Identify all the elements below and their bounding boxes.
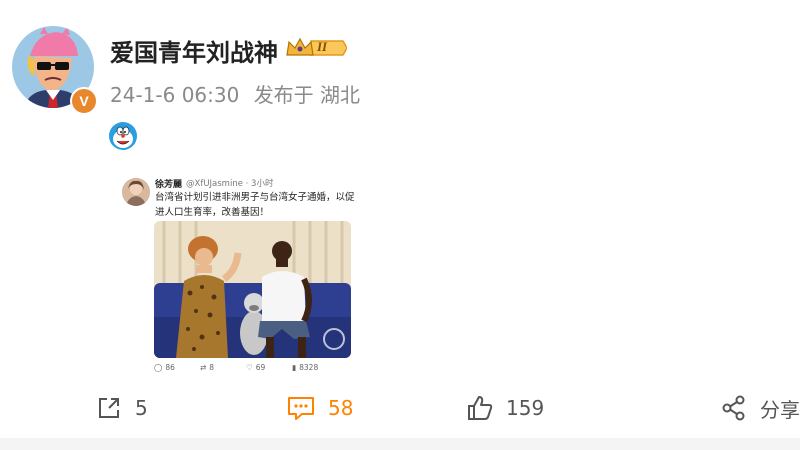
share-icon — [99, 398, 119, 418]
username[interactable]: 爱国青年刘战神 — [110, 33, 278, 68]
retweet-icon: ⇄ — [200, 363, 207, 372]
thumbs-up-icon — [468, 396, 493, 420]
tweet-reply-count: 86 — [165, 363, 175, 372]
tweet-stats: ◯ 86 ⇄ 8 ♡ 69 ▮ 8328 — [154, 363, 354, 375]
divider — [0, 438, 800, 450]
comment-count: 58 — [328, 396, 354, 420]
views-icon: ▮ — [292, 363, 297, 372]
heart-icon: ♡ — [246, 363, 253, 372]
tweet-reply-stat: ◯ 86 — [154, 363, 175, 372]
verified-badge-icon: V — [70, 87, 98, 115]
tweet-views-count: 8328 — [299, 363, 319, 372]
tweet-text: 台湾省计划引进非洲男子与台湾女子通婚，以促进人口生育率，改善基因！ — [155, 192, 355, 218]
tweet-author-name: 徐芳麗 — [155, 180, 183, 190]
share-button[interactable]: 5 — [95, 388, 148, 428]
forward-share-icon — [722, 395, 745, 421]
post-meta: 24-1-6 06:30 发布于 湖北 — [110, 79, 360, 108]
tweet-photo — [154, 221, 351, 358]
post-location: 发布于 湖北 — [253, 83, 361, 107]
doraemon-emoji-icon — [108, 121, 138, 155]
forward-label: 分享 — [760, 397, 800, 422]
tweet-views-stat: ▮ 8328 — [292, 363, 318, 372]
share-count: 5 — [135, 396, 148, 420]
crown-icon — [286, 37, 348, 56]
tweet-author-handle: @XfUJasmine · 3小时 — [186, 179, 274, 189]
comment-button[interactable]: 58 — [286, 388, 353, 428]
level-number: II — [317, 39, 328, 54]
post-date: 24-1-6 06:30 — [110, 83, 240, 107]
level-badge: II — [285, 37, 348, 63]
reply-icon: ◯ — [154, 363, 163, 372]
tweet-like-count: 69 — [255, 363, 266, 372]
embedded-tweet-image[interactable]: 徐芳麗 @XfUJasmine · 3小时 台湾省计划引进非洲男子与台湾女子通婚… — [113, 169, 358, 377]
tweet-avatar — [122, 178, 150, 206]
tweet-like-stat: ♡ 69 — [246, 363, 265, 372]
comment-icon — [288, 397, 314, 420]
tweet-retweet-stat: ⇄ 8 — [200, 363, 214, 372]
like-button[interactable]: 159 — [466, 388, 544, 428]
tweet-retweet-count: 8 — [209, 363, 215, 372]
like-count: 159 — [506, 396, 545, 420]
forward-button[interactable]: 分享 — [720, 388, 800, 428]
